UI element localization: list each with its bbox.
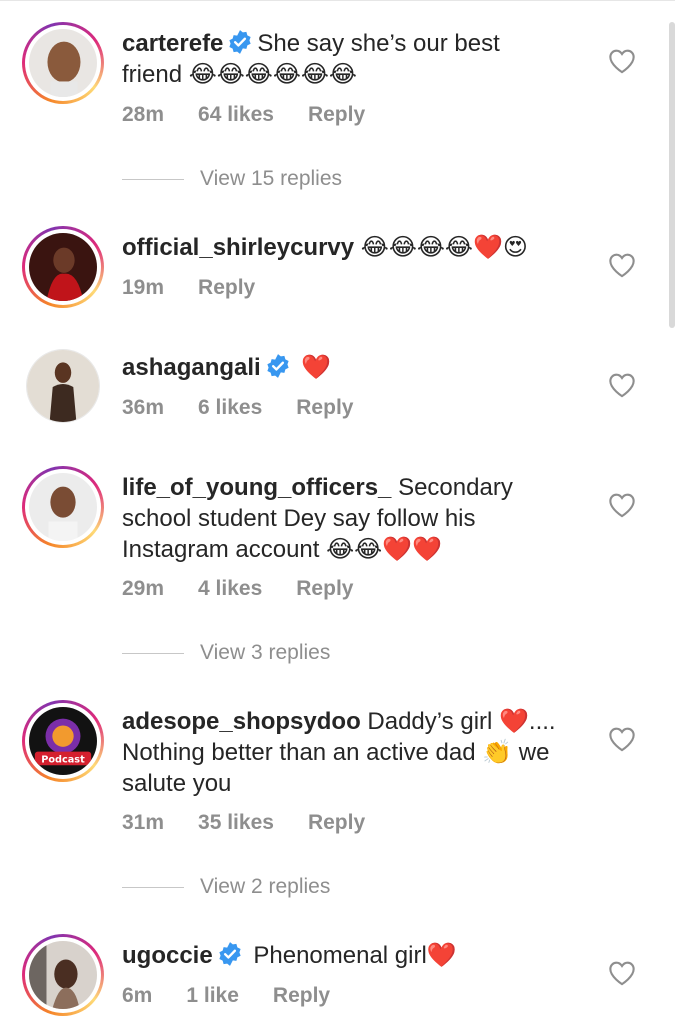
comment-likes[interactable]: 4 likes <box>198 577 262 600</box>
reply-button[interactable]: Reply <box>198 276 255 299</box>
comment-text: Phenomenal girl❤️ <box>253 942 457 969</box>
verified-badge-icon <box>229 30 252 54</box>
comment-meta: 28m 64 likes Reply <box>122 103 399 127</box>
heart-icon[interactable] <box>608 372 636 398</box>
verified-badge-icon <box>219 942 241 966</box>
avatar[interactable] <box>22 226 104 308</box>
reply-button[interactable]: Reply <box>308 811 365 834</box>
view-replies-label: View 2 replies <box>200 875 331 898</box>
comment-meta: 6m 1 like Reply <box>122 984 364 1008</box>
reply-button[interactable]: Reply <box>308 103 365 126</box>
comment-meta: 19m Reply <box>122 276 289 300</box>
comment-body: life_of_young_officers_ Secondary school… <box>122 472 562 565</box>
view-replies-button[interactable]: View 15 replies <box>122 167 342 191</box>
scrollbar[interactable] <box>669 22 675 328</box>
reply-button[interactable]: Reply <box>273 984 330 1007</box>
heart-icon[interactable] <box>608 48 636 74</box>
comment-username[interactable]: life_of_young_officers_ <box>122 474 391 501</box>
comment-body: carterefe She say she’s our best friend 😂… <box>122 28 562 90</box>
comment-meta: 36m 6 likes Reply <box>122 396 387 420</box>
view-replies-button[interactable]: View 3 replies <box>122 641 330 665</box>
heart-icon[interactable] <box>608 252 636 278</box>
avatar[interactable]: Podcast <box>22 700 104 782</box>
verified-badge-icon <box>267 354 289 378</box>
heart-icon[interactable] <box>608 726 636 752</box>
comment-body: ugoccie Phenomenal girl❤️ <box>122 940 562 971</box>
avatar[interactable] <box>22 22 104 104</box>
comment-body: adesope_shopsydoo Daddy’s girl ❤️.... No… <box>122 706 562 799</box>
comment-username[interactable]: ashagangali <box>122 354 261 381</box>
replies-divider <box>122 886 184 888</box>
comment-text: 😂😂😂😂❤️😍 <box>360 234 528 261</box>
comment-likes[interactable]: 35 likes <box>198 811 274 834</box>
avatar[interactable] <box>26 349 100 423</box>
avatar[interactable] <box>22 466 104 548</box>
comment-likes[interactable]: 64 likes <box>198 103 274 126</box>
comment-meta: 31m 35 likes Reply <box>122 811 399 835</box>
comment-likes[interactable]: 6 likes <box>198 396 262 419</box>
heart-icon[interactable] <box>608 960 636 986</box>
view-replies-button[interactable]: View 2 replies <box>122 875 330 899</box>
comment-meta: 29m 4 likes Reply <box>122 577 387 601</box>
comment-text: ❤️ <box>301 354 332 381</box>
comment-time: 19m <box>122 276 165 299</box>
view-replies-label: View 3 replies <box>200 641 331 664</box>
comment-username[interactable]: official_shirleycurvy <box>122 234 354 261</box>
comment-username[interactable]: adesope_shopsydoo <box>122 708 361 735</box>
comment-body: ashagangali ❤️ <box>122 352 562 383</box>
comment-time: 29m <box>122 577 165 600</box>
reply-button[interactable]: Reply <box>296 577 353 600</box>
comment-time: 36m <box>122 396 165 419</box>
comment-likes[interactable]: 1 like <box>186 984 239 1007</box>
heart-icon[interactable] <box>608 492 636 518</box>
comment-username[interactable]: carterefe <box>122 30 223 57</box>
avatar[interactable] <box>22 934 104 1016</box>
replies-divider <box>122 652 184 654</box>
comment-time: 6m <box>122 984 153 1007</box>
comment-time: 28m <box>122 103 165 126</box>
comment-username[interactable]: ugoccie <box>122 942 213 969</box>
comment-body: official_shirleycurvy 😂😂😂😂❤️😍 <box>122 232 562 263</box>
view-replies-label: View 15 replies <box>200 167 343 190</box>
avatar-podcast-label: Podcast <box>41 754 85 765</box>
comment-time: 31m <box>122 811 165 834</box>
replies-divider <box>122 178 184 180</box>
top-divider <box>0 0 675 1</box>
reply-button[interactable]: Reply <box>296 396 353 419</box>
